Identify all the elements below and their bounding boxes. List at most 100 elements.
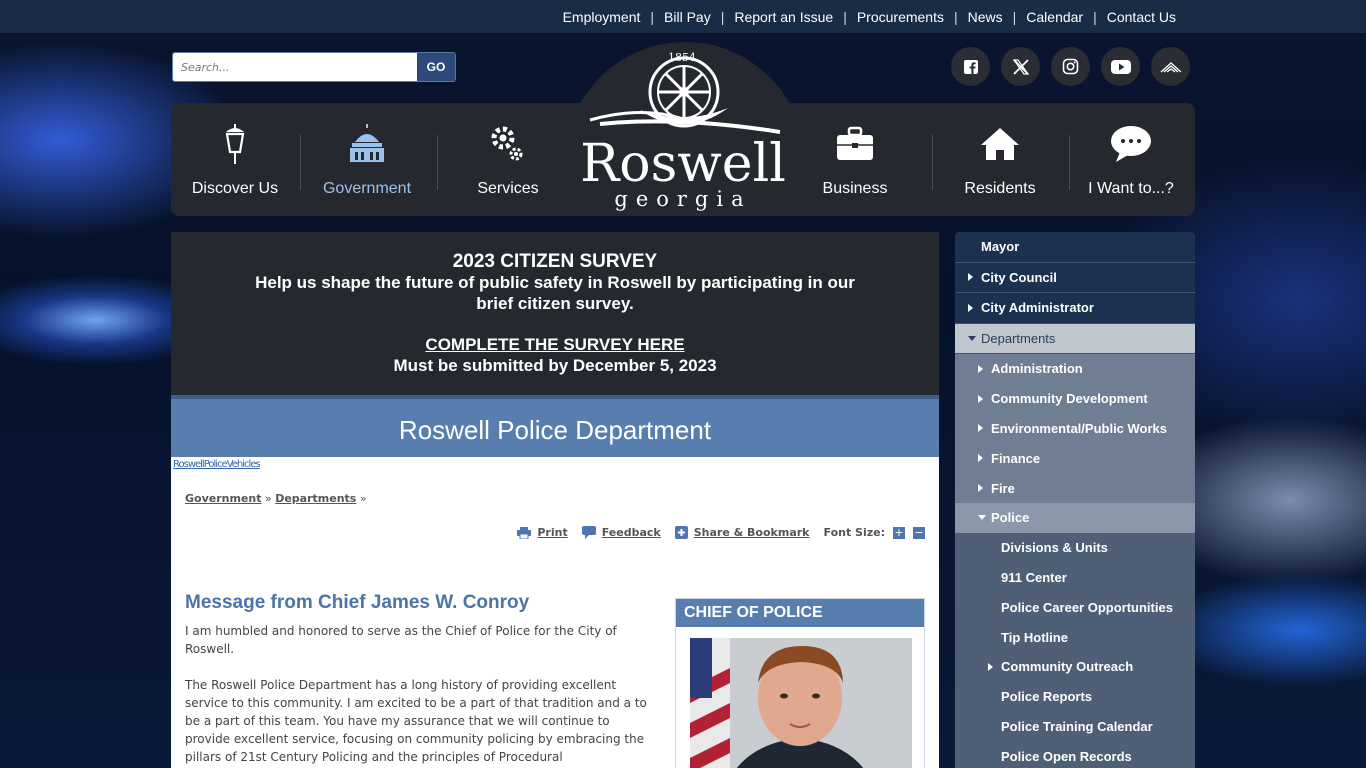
- sidebar-item-label: City Council: [981, 269, 1057, 285]
- font-decrease-button[interactable]: −: [913, 526, 925, 539]
- share-label: Share & Bookmark: [693, 526, 810, 539]
- feedback-label: Feedback: [601, 526, 661, 539]
- sidebar-item-label: Fire: [991, 480, 1015, 496]
- nav-divider: [437, 135, 438, 190]
- link-news[interactable]: News: [958, 9, 1013, 25]
- font-increase-button[interactable]: +: [893, 526, 905, 539]
- sidebar-item-tip-hotline[interactable]: Tip Hotline: [955, 622, 1195, 652]
- wave-icon[interactable]: [1151, 47, 1190, 86]
- sidebar-item-911-center[interactable]: 911 Center: [955, 562, 1195, 593]
- feedback-button[interactable]: Feedback: [581, 526, 661, 539]
- survey-banner: 2023 CITIZEN SURVEY Help us shape the fu…: [171, 232, 939, 395]
- link-employment[interactable]: Employment: [553, 9, 651, 25]
- font-size-label: Font Size:: [823, 526, 886, 539]
- page-tools: Print Feedback Share & Bookmark Font Siz…: [517, 526, 925, 539]
- house-icon: [980, 116, 1020, 172]
- caret-right-icon: [978, 484, 983, 493]
- breadcrumb-departments[interactable]: Departments: [275, 492, 356, 505]
- sidebar-nav: Mayor City Council City Administrator De…: [955, 232, 1195, 768]
- logo-state: georgia: [614, 187, 751, 211]
- sidebar-item-mayor[interactable]: Mayor: [955, 232, 1195, 263]
- sidebar-item-label: Tip Hotline: [1001, 629, 1068, 645]
- logo-city: Roswell: [580, 134, 785, 194]
- youtube-icon[interactable]: [1101, 47, 1140, 86]
- lantern-icon: [220, 116, 250, 172]
- sidebar-item-label: Community Outreach: [1001, 659, 1134, 675]
- link-contact-us[interactable]: Contact Us: [1097, 9, 1186, 25]
- sidebar-item-police[interactable]: Police: [955, 502, 1195, 533]
- nav-i-want-to[interactable]: I Want to...?: [1066, 116, 1196, 206]
- caret-down-icon: [968, 335, 976, 341]
- sidebar-item-label: Community Development: [991, 391, 1148, 407]
- sidebar-item-environmental-public-works[interactable]: Environmental/Public Works: [955, 413, 1195, 444]
- sidebar-item-police-open-records[interactable]: Police Open Records: [955, 741, 1195, 768]
- briefcase-icon: [836, 116, 874, 172]
- message-body: I am humbled and honored to serve as the…: [185, 622, 650, 768]
- share-button[interactable]: Share & Bookmark: [674, 526, 810, 539]
- message-paragraph: I am humbled and honored to serve as the…: [185, 624, 617, 656]
- sidebar-item-police-career[interactable]: Police Career Opportunities: [955, 592, 1195, 623]
- caret-right-icon: [988, 662, 993, 671]
- caret-right-icon: [968, 273, 973, 282]
- sidebar-item-community-development[interactable]: Community Development: [955, 383, 1195, 414]
- sidebar-item-label: Police Reports: [1001, 689, 1093, 705]
- print-button[interactable]: Print: [517, 526, 568, 539]
- survey-link[interactable]: COMPLETE THE SURVEY HERE: [171, 334, 939, 355]
- printer-icon: [517, 526, 532, 539]
- nav-divider: [300, 135, 301, 190]
- social-links: [951, 47, 1190, 86]
- nav-label: Discover Us: [191, 180, 279, 197]
- sidebar-item-label: Divisions & Units: [1001, 540, 1108, 556]
- chief-of-police-box: CHIEF OF POLICE: [675, 598, 925, 768]
- sidebar-item-police-training-calendar[interactable]: Police Training Calendar: [955, 711, 1195, 742]
- nav-government[interactable]: Government: [302, 116, 432, 206]
- sidebar-item-city-administrator[interactable]: City Administrator: [955, 293, 1195, 324]
- sidebar-item-label: Finance: [991, 450, 1041, 466]
- flag-graphic: [690, 638, 730, 768]
- sidebar-item-departments[interactable]: Departments: [955, 323, 1195, 354]
- plus-square-icon: [674, 526, 688, 539]
- sidebar-item-label: Departments: [981, 330, 1056, 346]
- nav-services[interactable]: Services: [443, 116, 573, 206]
- search-input[interactable]: [173, 53, 417, 81]
- capitol-dome-icon: [348, 116, 386, 172]
- x-icon[interactable]: [1001, 47, 1040, 86]
- breadcrumb-sep: »: [264, 492, 272, 505]
- search-go-button[interactable]: GO: [417, 53, 455, 81]
- sidebar-item-fire[interactable]: Fire: [955, 473, 1195, 503]
- sidebar-item-community-outreach[interactable]: Community Outreach: [955, 651, 1195, 682]
- caret-right-icon: [968, 303, 973, 312]
- sidebar-item-administration[interactable]: Administration: [955, 354, 1195, 384]
- nav-label: Services: [477, 180, 539, 197]
- link-report-issue[interactable]: Report an Issue: [724, 9, 843, 25]
- link-calendar[interactable]: Calendar: [1016, 9, 1093, 25]
- broken-image: RoswellPoliceVehicles: [173, 459, 261, 470]
- message-paragraph: The Roswell Police Department has a long…: [185, 678, 647, 764]
- speech-bubble-icon: [1110, 116, 1152, 172]
- nav-divider: [932, 135, 933, 190]
- chief-box-heading: CHIEF OF POLICE: [676, 599, 924, 627]
- sidebar-item-label: Mayor: [981, 239, 1020, 255]
- link-bill-pay[interactable]: Bill Pay: [654, 9, 721, 25]
- nav-residents[interactable]: Residents: [935, 116, 1065, 206]
- nav-label: Government: [322, 180, 412, 197]
- caret-right-icon: [978, 364, 983, 373]
- breadcrumb-sep: »: [359, 492, 367, 505]
- sidebar-item-finance[interactable]: Finance: [955, 443, 1195, 474]
- gears-icon: [488, 116, 528, 172]
- breadcrumb-government[interactable]: Government: [185, 492, 261, 505]
- survey-deadline: Must be submitted by December 5, 2023: [393, 356, 717, 375]
- comment-icon: [581, 526, 596, 539]
- sidebar-item-police-reports[interactable]: Police Reports: [955, 681, 1195, 712]
- survey-title: 2023 CITIZEN SURVEY: [452, 251, 658, 272]
- sidebar-item-divisions-units[interactable]: Divisions & Units: [955, 532, 1195, 563]
- roswell-logo[interactable]: 1854 Roswell georgia: [580, 48, 786, 213]
- instagram-icon[interactable]: [1051, 47, 1090, 86]
- caret-right-icon: [978, 394, 983, 403]
- utility-nav: Employment | Bill Pay | Report an Issue | P…: [553, 0, 1186, 33]
- sidebar-item-city-council[interactable]: City Council: [955, 262, 1195, 293]
- nav-discover-us[interactable]: Discover Us: [170, 116, 300, 206]
- facebook-icon[interactable]: [951, 47, 990, 86]
- link-procurements[interactable]: Procurements: [847, 9, 954, 25]
- nav-business[interactable]: Business: [790, 116, 920, 206]
